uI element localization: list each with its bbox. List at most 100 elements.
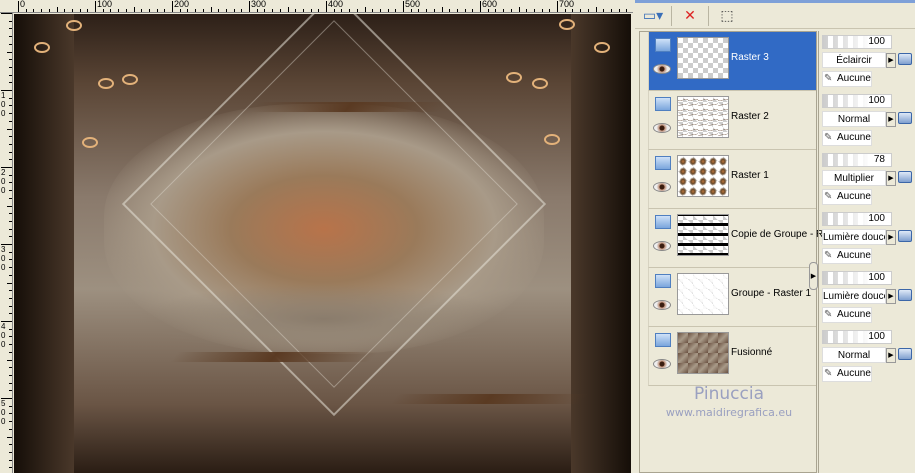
opacity-slider[interactable]: 100	[822, 35, 892, 49]
ruler-tick	[441, 7, 443, 12]
blend-mode-select[interactable]: Multiplier	[822, 170, 886, 186]
ruler-tick	[79, 9, 81, 12]
mask-select[interactable]: Aucune	[822, 189, 872, 205]
visibility-eye-icon[interactable]	[653, 123, 671, 133]
ruler-tick	[326, 1, 327, 12]
layer-thumbnail	[677, 214, 729, 256]
lock-icon[interactable]	[898, 289, 912, 301]
visibility-eye-icon[interactable]	[653, 64, 671, 74]
lock-icon[interactable]	[898, 348, 912, 360]
blend-mode-select[interactable]: Normal	[822, 111, 886, 127]
mask-select[interactable]: Aucune	[822, 130, 872, 146]
blend-mode-arrow-icon[interactable]: ▶	[886, 112, 896, 127]
ruler-tick	[495, 9, 497, 12]
ruler-tick	[9, 451, 12, 453]
ruler-tick	[9, 290, 12, 292]
lock-icon[interactable]	[898, 171, 912, 183]
visibility-eye-icon[interactable]	[653, 300, 671, 310]
ruler-tick	[202, 9, 204, 12]
ruler-tick	[7, 205, 12, 207]
layer-row[interactable]: Raster 2	[648, 91, 816, 150]
blend-mode-select[interactable]: Lumière douce	[822, 229, 886, 245]
layer-type-icon	[655, 274, 671, 288]
visibility-eye-icon[interactable]	[653, 241, 671, 251]
blend-mode-arrow-icon[interactable]: ▶	[886, 289, 896, 304]
layer-row[interactable]: Fusionné	[648, 327, 816, 386]
layer-props: 100 Normal ▶ Aucune	[822, 326, 915, 385]
layer-row[interactable]: Groupe - Raster 1	[648, 268, 816, 327]
visibility-eye-icon[interactable]	[653, 182, 671, 192]
ruler-tick	[33, 9, 35, 12]
blade-decoration	[389, 394, 589, 404]
ruler-label: 300	[251, 0, 267, 9]
blade-decoration	[169, 352, 379, 362]
edit-selection-icon[interactable]: ⬚	[715, 5, 739, 27]
ruler-tick	[580, 9, 582, 12]
mask-select[interactable]: Aucune	[822, 248, 872, 264]
ruler-tick	[7, 51, 12, 53]
layer-row[interactable]: Raster 1	[648, 150, 816, 209]
lock-icon[interactable]	[898, 112, 912, 124]
ruler-label: 100	[97, 0, 113, 9]
opacity-slider[interactable]: 78	[822, 153, 892, 167]
ruler-tick	[249, 1, 250, 12]
delete-layer-icon[interactable]: ✕	[678, 5, 702, 27]
frame-left	[14, 14, 74, 473]
image-canvas[interactable]	[14, 14, 631, 473]
layer-row[interactable]: Raster 3	[648, 32, 816, 91]
blend-mode-arrow-icon[interactable]: ▶	[886, 53, 896, 68]
ring-decoration	[532, 78, 548, 89]
opacity-slider[interactable]: 100	[822, 212, 892, 226]
mask-select[interactable]: Aucune	[822, 71, 872, 87]
ruler-tick	[233, 9, 235, 12]
ruler-tick	[9, 220, 12, 222]
ruler-tick	[503, 9, 505, 12]
ruler-tick	[9, 367, 12, 369]
signature-name: Pinuccia	[694, 384, 764, 404]
blend-mode-select[interactable]: Normal	[822, 347, 886, 363]
ruler-tick	[610, 9, 612, 12]
layer-type-icon	[655, 156, 671, 170]
ruler-tick	[9, 459, 12, 461]
ruler-tick	[564, 9, 566, 12]
ruler-tick	[9, 405, 12, 407]
blend-mode-arrow-icon[interactable]: ▶	[886, 230, 896, 245]
blend-mode-arrow-icon[interactable]: ▶	[886, 348, 896, 363]
ruler-tick	[372, 9, 374, 12]
layer-thumbnail	[677, 332, 729, 374]
ruler-label: 400	[1, 322, 6, 349]
opacity-slider[interactable]: 100	[822, 271, 892, 285]
ruler-tick	[172, 1, 173, 12]
blend-mode-select[interactable]: Lumière douce	[822, 288, 886, 304]
layers-palette: ▭▾ ✕ ⬚ Raster 3 Raster 2 Raster 1 Copie …	[635, 0, 915, 473]
ruler-tick	[9, 251, 12, 253]
ruler-tick	[71, 9, 73, 12]
opacity-slider[interactable]: 100	[822, 94, 892, 108]
ruler-tick	[9, 213, 12, 215]
ruler-tick	[9, 105, 12, 107]
blade-decoration	[249, 102, 449, 112]
ruler-tick	[533, 9, 535, 12]
visibility-eye-icon[interactable]	[653, 359, 671, 369]
ring-decoration	[66, 20, 82, 31]
ruler-tick	[187, 9, 189, 12]
mask-select[interactable]: Aucune	[822, 366, 872, 382]
panel-splitter[interactable]: ▶	[809, 262, 818, 290]
layer-name: Raster 2	[731, 111, 769, 122]
layer-row[interactable]: Copie de Groupe - R	[648, 209, 823, 268]
ruler-tick	[587, 9, 589, 12]
ruler-tick	[9, 413, 12, 415]
ruler-tick	[7, 436, 12, 438]
mask-select[interactable]: Aucune	[822, 307, 872, 323]
ruler-tick	[279, 9, 281, 12]
ruler-tick	[9, 344, 12, 346]
opacity-slider[interactable]: 100	[822, 330, 892, 344]
ruler-label: 100	[1, 91, 6, 118]
blend-mode-arrow-icon[interactable]: ▶	[886, 171, 896, 186]
lock-icon[interactable]	[898, 53, 912, 65]
blend-mode-select[interactable]: Éclaircir	[822, 52, 886, 68]
lock-icon[interactable]	[898, 230, 912, 242]
new-layer-icon[interactable]: ▭▾	[641, 5, 665, 27]
ruler-tick	[9, 159, 12, 161]
ruler-tick	[179, 9, 181, 12]
